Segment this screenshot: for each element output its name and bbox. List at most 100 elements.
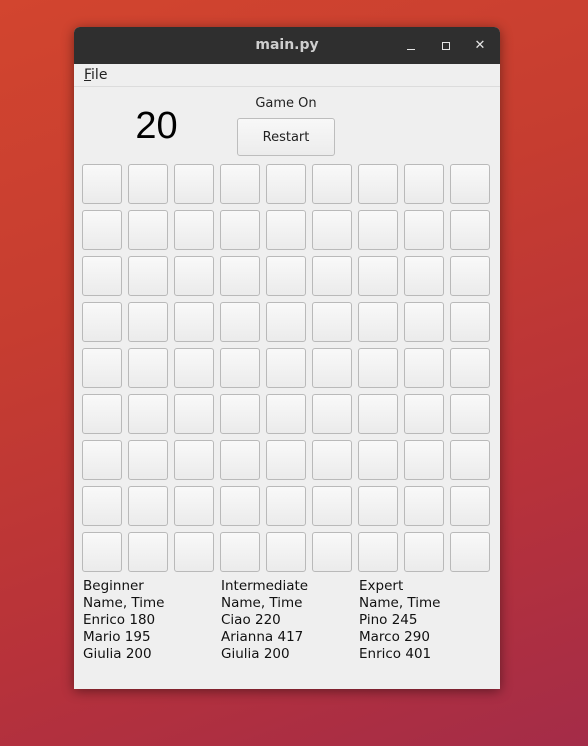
mine-cell[interactable] [266, 532, 306, 572]
mine-cell[interactable] [404, 256, 444, 296]
mine-cell[interactable] [128, 394, 168, 434]
mine-cell[interactable] [220, 348, 260, 388]
score-entry: Giulia 200 [221, 646, 290, 662]
mine-cell[interactable] [82, 256, 122, 296]
mine-cell[interactable] [128, 302, 168, 342]
mine-cell[interactable] [266, 256, 306, 296]
score-header: Name, Time [359, 595, 441, 611]
maximize-icon [442, 42, 450, 50]
mine-cell[interactable] [404, 302, 444, 342]
mine-cell[interactable] [266, 440, 306, 480]
title-bar[interactable]: main.py ✕ [74, 27, 500, 64]
menu-file[interactable]: File [84, 67, 107, 83]
mine-cell[interactable] [404, 164, 444, 204]
mine-cell[interactable] [312, 164, 352, 204]
mine-cell[interactable] [128, 348, 168, 388]
mine-cell[interactable] [450, 302, 490, 342]
mine-cell[interactable] [358, 440, 398, 480]
mine-cell[interactable] [312, 440, 352, 480]
mine-cell[interactable] [174, 440, 214, 480]
menu-bar: File [74, 64, 500, 87]
mine-cell[interactable] [312, 394, 352, 434]
mine-cell[interactable] [128, 256, 168, 296]
mine-cell[interactable] [82, 348, 122, 388]
mine-cell[interactable] [220, 256, 260, 296]
mine-cell[interactable] [358, 486, 398, 526]
mine-cell[interactable] [174, 348, 214, 388]
game-status: Game On [255, 96, 317, 111]
minimize-button[interactable] [401, 36, 421, 56]
mine-cell[interactable] [220, 302, 260, 342]
mine-cell[interactable] [220, 210, 260, 250]
mine-cell[interactable] [128, 164, 168, 204]
mine-cell[interactable] [128, 486, 168, 526]
mine-cell[interactable] [450, 394, 490, 434]
mine-cell[interactable] [358, 256, 398, 296]
mine-cell[interactable] [266, 302, 306, 342]
mine-cell[interactable] [266, 210, 306, 250]
mine-cell[interactable] [312, 210, 352, 250]
mine-cell[interactable] [266, 394, 306, 434]
mine-cell[interactable] [174, 532, 214, 572]
mine-cell[interactable] [82, 532, 122, 572]
mine-cell[interactable] [312, 486, 352, 526]
mine-cell[interactable] [404, 440, 444, 480]
mine-cell[interactable] [220, 440, 260, 480]
mine-cell[interactable] [220, 532, 260, 572]
score-level: Intermediate [221, 578, 309, 594]
mine-cell[interactable] [82, 164, 122, 204]
mine-cell[interactable] [450, 348, 490, 388]
score-header: Name, Time [221, 595, 303, 611]
mine-cell[interactable] [82, 486, 122, 526]
mine-cell[interactable] [450, 440, 490, 480]
close-icon: ✕ [474, 38, 486, 53]
mine-cell[interactable] [358, 164, 398, 204]
mine-cell[interactable] [404, 532, 444, 572]
mine-cell[interactable] [312, 348, 352, 388]
mine-cell[interactable] [358, 302, 398, 342]
mine-cell[interactable] [220, 164, 260, 204]
mine-cell[interactable] [174, 210, 214, 250]
mine-cell[interactable] [312, 256, 352, 296]
mine-cell[interactable] [358, 348, 398, 388]
mine-cell[interactable] [358, 394, 398, 434]
mine-cell[interactable] [450, 210, 490, 250]
mine-cell[interactable] [82, 302, 122, 342]
mine-cell[interactable] [450, 486, 490, 526]
restart-button[interactable]: Restart [237, 118, 335, 156]
score-level: Expert [359, 578, 404, 594]
mine-cell[interactable] [358, 210, 398, 250]
maximize-button[interactable] [436, 36, 456, 56]
mine-cell[interactable] [450, 164, 490, 204]
mine-cell[interactable] [128, 210, 168, 250]
mine-cell[interactable] [404, 348, 444, 388]
mine-cell[interactable] [174, 164, 214, 204]
mine-cell[interactable] [82, 210, 122, 250]
mine-cell[interactable] [174, 394, 214, 434]
mine-cell[interactable] [450, 256, 490, 296]
mine-cell[interactable] [174, 302, 214, 342]
mine-cell[interactable] [358, 532, 398, 572]
close-button[interactable]: ✕ [470, 36, 490, 56]
app-window: main.py ✕ File 20 Game On Restart Beginn… [74, 27, 500, 689]
mine-cell[interactable] [312, 302, 352, 342]
mine-cell[interactable] [404, 210, 444, 250]
mine-cell[interactable] [128, 440, 168, 480]
mine-cell[interactable] [128, 532, 168, 572]
score-entry: Marco 290 [359, 629, 430, 645]
mine-cell[interactable] [266, 164, 306, 204]
mine-cell[interactable] [404, 486, 444, 526]
mine-cell[interactable] [266, 486, 306, 526]
mine-cell[interactable] [174, 486, 214, 526]
mine-cell[interactable] [404, 394, 444, 434]
mine-cell[interactable] [450, 532, 490, 572]
score-entry: Mario 195 [83, 629, 151, 645]
score-entry: Giulia 200 [83, 646, 152, 662]
mine-cell[interactable] [220, 486, 260, 526]
mine-cell[interactable] [266, 348, 306, 388]
mine-cell[interactable] [174, 256, 214, 296]
mine-cell[interactable] [312, 532, 352, 572]
mine-cell[interactable] [82, 440, 122, 480]
mine-cell[interactable] [220, 394, 260, 434]
mine-cell[interactable] [82, 394, 122, 434]
